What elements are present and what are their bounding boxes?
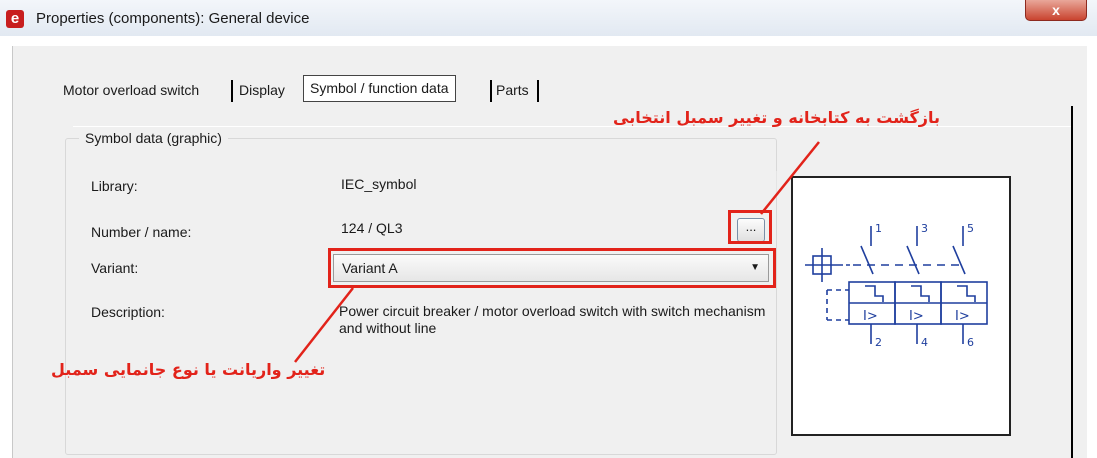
dialog-body: Motor overload switch Display Symbol / f… [12, 46, 1087, 458]
window-title: Properties (components): General device [36, 10, 310, 27]
annotation-back-to-library: بازگشت به کتابخانه و تغییر سمبل انتخابی [613, 108, 941, 127]
annotation-change-variant: تغییر واریانت یا نوع جانمایی سمبل [51, 360, 326, 379]
title-bar: e Properties (components): General devic… [0, 0, 1097, 36]
close-button[interactable]: x [1025, 0, 1087, 21]
app-icon: e [6, 10, 24, 28]
